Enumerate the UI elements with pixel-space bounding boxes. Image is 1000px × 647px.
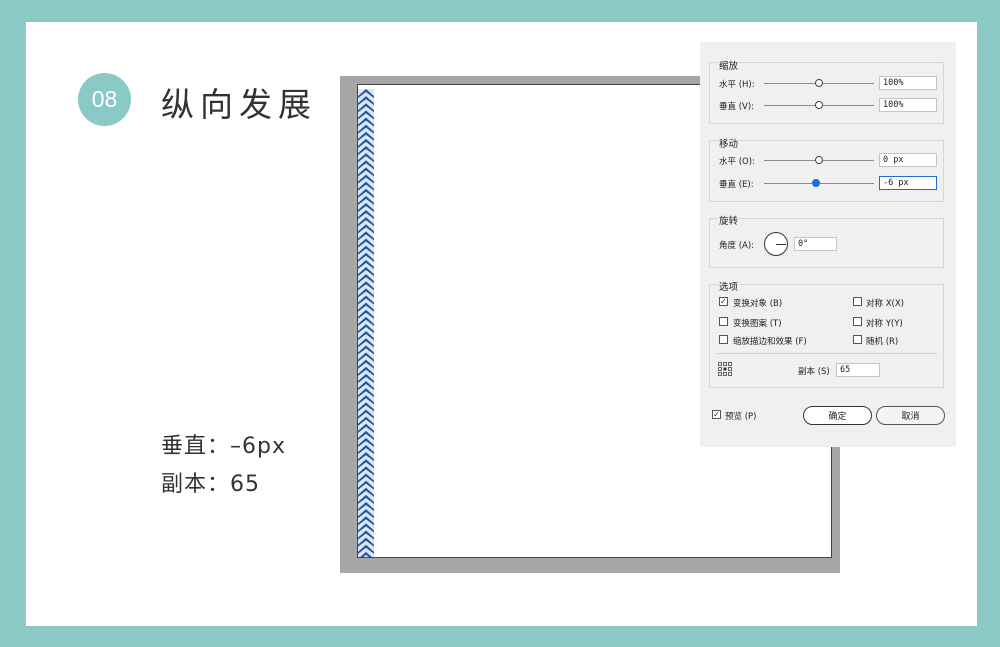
step-title: 纵向发展 — [161, 85, 317, 124]
scale-strokes-label: 缩放描边和效果 (F) — [733, 337, 807, 347]
scale-horizontal-input[interactable]: 100% — [879, 76, 937, 90]
note-vertical-offset: 垂直：–6px — [161, 434, 286, 459]
transform-patterns-label: 变换图案 (T) — [733, 319, 782, 329]
transform-patterns-checkbox[interactable] — [719, 317, 728, 326]
scale-group-title: 缩放 — [718, 58, 740, 72]
move-vertical-input[interactable]: -6 px — [879, 176, 937, 190]
cancel-button[interactable]: 取消 — [876, 406, 945, 425]
angle-dial-icon[interactable] — [764, 232, 788, 256]
note-copies: 副本：65 — [161, 472, 260, 497]
move-group-title: 移动 — [718, 136, 740, 150]
scale-vertical-label: 垂直 (V): — [719, 102, 755, 112]
chevron-pattern-column — [358, 89, 374, 557]
reflect-x-checkbox[interactable] — [853, 297, 862, 306]
scale-vertical-slider-knob[interactable] — [815, 101, 823, 109]
scale-vertical-input[interactable]: 100% — [879, 98, 937, 112]
random-label: 随机 (R) — [866, 337, 899, 347]
scale-horizontal-label: 水平 (H): — [719, 80, 755, 90]
scale-horizontal-slider-knob[interactable] — [815, 79, 823, 87]
checkmark-icon: ✓ — [713, 410, 720, 419]
reflect-y-checkbox[interactable] — [853, 317, 862, 326]
copies-input[interactable]: 65 — [836, 363, 880, 377]
copies-label: 副本 (S) — [798, 367, 830, 377]
options-separator — [716, 353, 937, 354]
transform-objects-checkbox[interactable]: ✓ — [719, 297, 728, 306]
random-checkbox[interactable] — [853, 335, 862, 344]
reflect-y-label: 对称 Y(Y) — [866, 319, 903, 329]
ok-button[interactable]: 确定 — [803, 406, 872, 425]
reference-point-icon[interactable] — [718, 362, 732, 376]
preview-label: 预览 (P) — [725, 412, 757, 422]
move-vertical-label: 垂直 (E): — [719, 180, 754, 190]
rotate-angle-input[interactable]: 0° — [794, 237, 837, 251]
transform-objects-label: 变换对象 (B) — [733, 299, 783, 309]
move-horizontal-slider-knob[interactable] — [815, 156, 823, 164]
transform-each-dialog: 缩放 水平 (H): 100% 垂直 (V): 100% 移动 水平 (O): … — [700, 42, 956, 447]
move-group — [709, 140, 944, 202]
scale-strokes-checkbox[interactable] — [719, 335, 728, 344]
rotate-group-title: 旋转 — [718, 213, 740, 227]
scale-group — [709, 62, 944, 124]
move-vertical-slider-knob[interactable] — [812, 179, 820, 187]
step-number-badge: 08 — [78, 73, 131, 126]
move-horizontal-input[interactable]: 0 px — [879, 153, 937, 167]
move-horizontal-label: 水平 (O): — [719, 157, 755, 167]
reflect-x-label: 对称 X(X) — [866, 299, 904, 309]
checkmark-icon: ✓ — [720, 297, 727, 306]
preview-checkbox[interactable]: ✓ — [712, 410, 721, 419]
rotate-angle-label: 角度 (A): — [719, 241, 755, 251]
options-group-title: 选项 — [718, 279, 740, 293]
